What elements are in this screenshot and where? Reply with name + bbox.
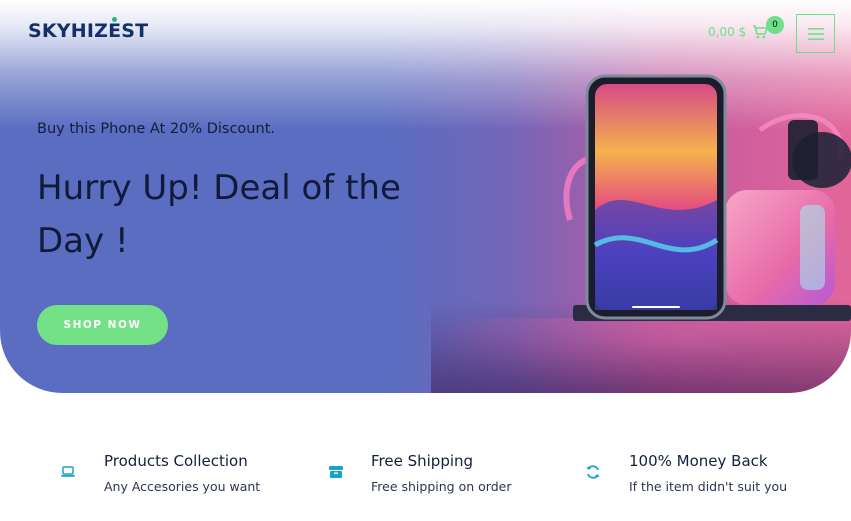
brand-logo-dot <box>112 17 117 22</box>
hero-subheading: Buy this Phone At 20% Discount. <box>37 121 275 137</box>
feature-title: Products Collection <box>104 452 248 470</box>
features-strip: Products Collection Any Accesories you w… <box>0 440 851 521</box>
shop-now-button[interactable]: SHOP NOW <box>37 305 168 345</box>
feature-title: Free Shipping <box>371 452 474 470</box>
menu-button[interactable] <box>796 14 835 53</box>
feature-description: Free shipping on order <box>371 479 512 494</box>
feature-title: 100% Money Back <box>629 452 768 470</box>
feature-description: Any Accesories you want <box>104 479 261 494</box>
cart-summary[interactable]: 0,00 $ <box>708 24 768 40</box>
refresh-icon <box>586 465 600 479</box>
laptop-icon <box>61 466 75 477</box>
hero-product-image <box>563 74 851 321</box>
box-icon <box>329 466 343 478</box>
cart-amount: 0,00 $ <box>708 25 747 39</box>
brand-logo[interactable]: SKYHIZEST <box>28 17 149 42</box>
hero-headline: Hurry Up! Deal of the Day ! <box>37 168 401 261</box>
hamburger-menu-icon <box>807 27 824 40</box>
brand-wordmark: SKYHIZEST <box>28 20 149 42</box>
feature-description: If the item didn't suit you <box>629 479 788 494</box>
cart-count-badge: 0 <box>766 16 784 34</box>
